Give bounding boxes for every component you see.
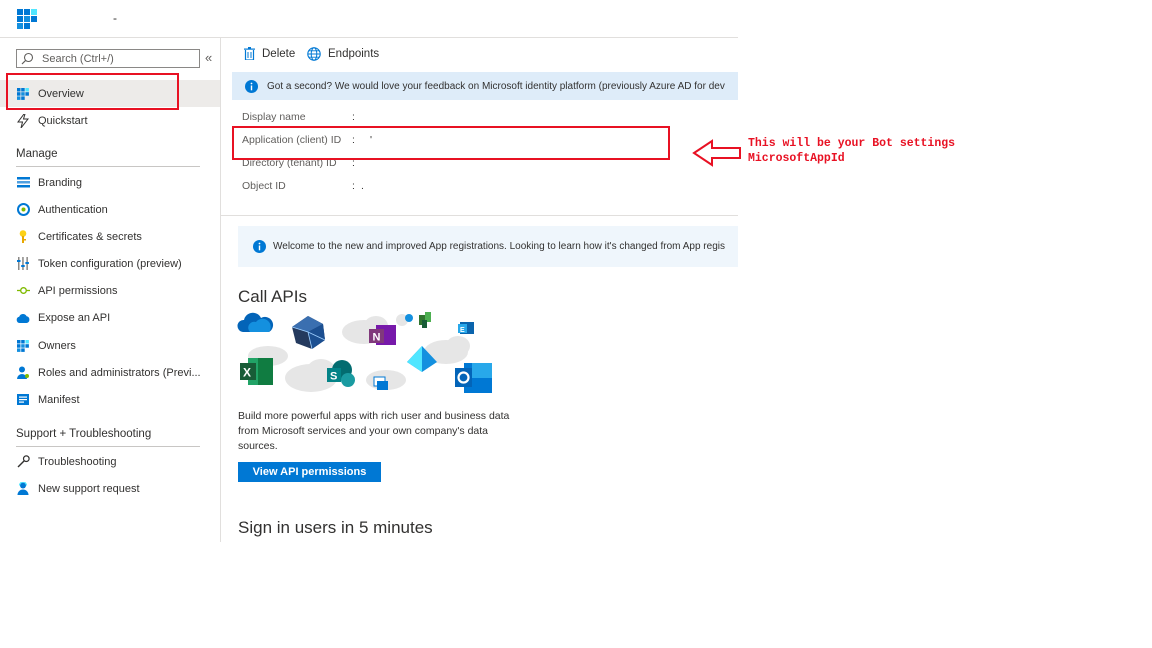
- support-section-heading: Support + Troubleshooting: [16, 428, 152, 440]
- sidebar-item-label: Troubleshooting: [38, 455, 117, 468]
- sidebar-item-branding[interactable]: Branding: [0, 169, 220, 196]
- planner-icon: [419, 312, 431, 328]
- call-apis-description: Build more powerful apps with rich user …: [238, 410, 510, 452]
- info-icon: [253, 240, 266, 253]
- sidebar-item-label: Quickstart: [38, 114, 88, 127]
- exchange-icon: E: [458, 322, 474, 334]
- outlook-icon: [455, 363, 492, 393]
- svg-text:E: E: [460, 327, 465, 334]
- wrench-icon: [16, 455, 30, 469]
- token-config-icon: [16, 257, 30, 271]
- authentication-icon: [16, 203, 30, 217]
- sidebar-item-expose-an-api[interactable]: Expose an API: [0, 304, 220, 331]
- sidebar-item-label: API permissions: [38, 284, 118, 297]
- overview-highlight-box: [6, 73, 179, 110]
- call-apis-heading: Call APIs: [238, 287, 307, 306]
- section-divider: [16, 446, 200, 447]
- sidebar-item-new-support-request[interactable]: New support request: [0, 475, 220, 502]
- sidebar-item-label: Authentication: [38, 203, 108, 216]
- left-nav: « Overview Quickstart Manage Branding Au…: [0, 38, 221, 542]
- view-api-permissions-button[interactable]: View API permissions: [238, 462, 381, 482]
- search-icon: [21, 52, 34, 65]
- svg-text:X: X: [243, 366, 251, 380]
- sidebar-item-label: Certificates & secrets: [38, 230, 142, 243]
- sign-in-heading: Sign in users in 5 minutes: [238, 518, 433, 537]
- display-name-label: Display name: [242, 111, 306, 123]
- endpoints-label: Endpoints: [328, 48, 380, 60]
- feedback-banner[interactable]: Got a second? We would love your feedbac…: [232, 72, 738, 100]
- azure-crystal-icon: [291, 316, 326, 350]
- sidebar-item-quickstart[interactable]: Quickstart: [0, 107, 220, 134]
- sidebar-item-roles-and-administrators[interactable]: Roles and administrators (Previ...: [0, 359, 220, 386]
- manage-section-heading: Manage: [16, 148, 58, 160]
- sidebar-item-label: Manifest: [38, 393, 80, 406]
- app-registration-logo-icon[interactable]: [17, 9, 37, 29]
- object-id-label: Object ID: [242, 180, 286, 192]
- welcome-text: Welcome to the new and improved App regi…: [273, 241, 725, 252]
- essentials-divider: [221, 215, 738, 216]
- key-icon: [16, 230, 30, 244]
- onedrive-icon: [237, 312, 274, 332]
- sidebar-item-label: New support request: [38, 482, 140, 495]
- sidebar-item-certificates-secrets[interactable]: Certificates & secrets: [0, 223, 220, 250]
- client-id-highlight-box: [232, 126, 670, 160]
- left-arrow-icon: [692, 139, 741, 167]
- welcome-banner[interactable]: Welcome to the new and improved App regi…: [238, 226, 738, 267]
- sidebar-item-manifest[interactable]: Manifest: [0, 386, 220, 413]
- roles-person-icon: [16, 366, 30, 380]
- search-input[interactable]: [42, 50, 197, 67]
- globe-icon: [307, 47, 321, 61]
- sidebar-item-owners[interactable]: Owners: [0, 332, 220, 359]
- sidebar-item-label: Token configuration (preview): [38, 257, 182, 270]
- manifest-icon: [16, 393, 30, 407]
- trash-icon: [244, 47, 255, 60]
- portal-header: -: [0, 0, 738, 38]
- svg-text:N: N: [373, 332, 381, 344]
- object-id-colon: :: [352, 180, 355, 192]
- sidebar-item-label: Owners: [38, 339, 76, 352]
- sidebar-item-label: Branding: [38, 176, 83, 189]
- microsoft-services-illustration: N E X S: [237, 312, 492, 393]
- svg-text:S: S: [330, 371, 337, 383]
- owners-grid-icon: [16, 339, 30, 353]
- sidebar-item-troubleshooting[interactable]: Troubleshooting: [0, 448, 220, 475]
- annotation-note: This will be your Bot settings Microsoft…: [748, 137, 956, 165]
- info-icon: [245, 79, 258, 93]
- sidebar-item-authentication[interactable]: Authentication: [0, 196, 220, 223]
- delete-button[interactable]: Delete: [244, 47, 295, 60]
- app-title: -: [113, 11, 117, 25]
- branding-icon: [16, 176, 30, 190]
- endpoints-button[interactable]: Endpoints: [307, 47, 379, 61]
- api-permissions-icon: [16, 284, 30, 298]
- collapse-sidebar-button[interactable]: «: [205, 51, 212, 65]
- excel-icon: X: [240, 358, 273, 385]
- support-person-icon: [16, 482, 30, 496]
- sidebar-item-api-permissions[interactable]: API permissions: [0, 277, 220, 304]
- search-box[interactable]: [16, 49, 200, 68]
- sidebar-item-label: Expose an API: [38, 311, 111, 324]
- cloud-icon: [16, 311, 30, 325]
- command-bar: Delete Endpoints: [221, 38, 738, 70]
- section-divider: [16, 166, 200, 167]
- feedback-text: Got a second? We would love your feedbac…: [267, 80, 725, 92]
- display-name-colon: :: [352, 111, 355, 123]
- quickstart-bolt-icon: [16, 113, 30, 128]
- sidebar-item-token-configuration[interactable]: Token configuration (preview): [0, 250, 220, 277]
- delete-label: Delete: [262, 47, 296, 60]
- sidebar-item-label: Roles and administrators (Previ...: [38, 366, 201, 379]
- object-id-value[interactable]: .: [361, 180, 364, 192]
